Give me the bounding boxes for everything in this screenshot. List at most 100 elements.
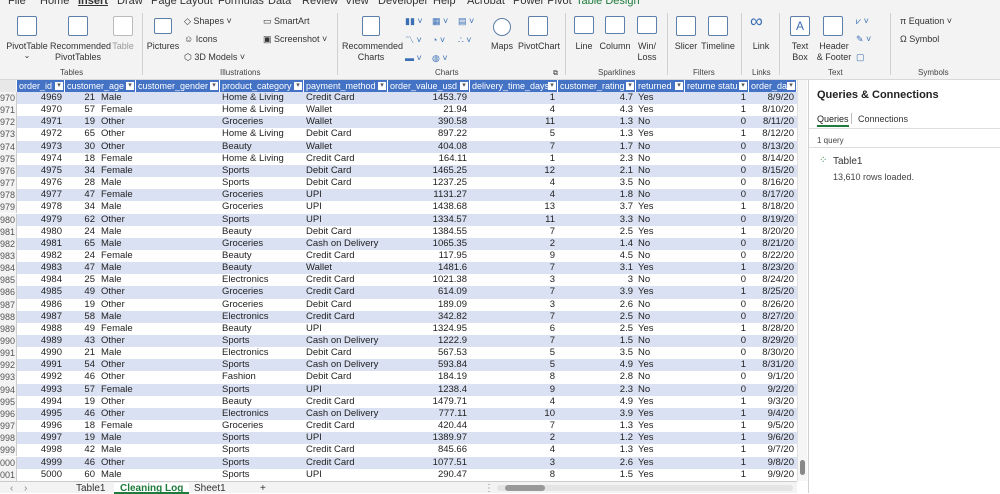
row-number[interactable]: 988 — [0, 310, 17, 323]
cell-days[interactable]: 3 — [470, 299, 558, 311]
cell-ret[interactable]: No — [636, 274, 685, 286]
cell-date[interactable]: 8/13/20 — [749, 141, 797, 153]
cell-id[interactable]: 4999 — [17, 457, 65, 469]
cell-rs[interactable]: 0 — [685, 384, 749, 396]
row-number[interactable]: 972 — [0, 116, 17, 129]
cell-age[interactable]: 19 — [65, 432, 98, 444]
cell-gender[interactable]: Other — [99, 299, 149, 311]
cell-date[interactable]: 8/25/20 — [749, 286, 797, 298]
table-row[interactable]: 973 4972 65 Other Home & Living Debit Card 897… — [0, 128, 797, 141]
cell-rs[interactable]: 1 — [685, 92, 749, 104]
cell-pay[interactable]: Wallet — [304, 104, 388, 116]
cell-cat[interactable]: Sports — [220, 214, 304, 226]
cell-id[interactable]: 4993 — [17, 384, 65, 396]
object-icon[interactable]: ▢ — [856, 52, 865, 63]
cell-ret[interactable]: Yes — [636, 323, 685, 335]
slicer-button[interactable]: Slicer — [671, 41, 701, 52]
table-row[interactable]: 974 4973 30 Other Beauty Wallet 404.08 7 1.7 No 0 8… — [0, 140, 797, 153]
cell-cat[interactable]: Groceries — [220, 201, 304, 213]
cell-ret[interactable]: Yes — [636, 420, 685, 432]
cell-val[interactable]: 1389.97 — [388, 432, 470, 444]
cell-rs[interactable]: 0 — [685, 299, 749, 311]
cell-rating[interactable]: 2.5 — [558, 311, 636, 323]
cell-id[interactable]: 4997 — [17, 432, 65, 444]
table-row[interactable]: 993 4992 46 Other Fashion Debit Card 184.19 8 2.… — [0, 371, 797, 384]
cell-pay[interactable]: Credit Card — [304, 153, 388, 165]
cell-gender[interactable]: Female — [99, 104, 149, 116]
header-footer-button[interactable]: Header & Footer — [814, 41, 854, 63]
cell-val[interactable]: 390.58 — [388, 116, 470, 128]
cell-pay[interactable]: Debit Card — [304, 226, 388, 238]
row-number[interactable]: 982 — [0, 237, 17, 250]
cell-age[interactable]: 65 — [65, 128, 98, 140]
cell-rs[interactable]: 0 — [685, 189, 749, 201]
cell-id[interactable]: 4996 — [17, 420, 65, 432]
cell-ret[interactable]: Yes — [636, 286, 685, 298]
cell-date[interactable]: 8/20/20 — [749, 226, 797, 238]
cell-cat[interactable]: Beauty — [220, 396, 304, 408]
cell-days[interactable]: 13 — [470, 201, 558, 213]
cell-age[interactable]: 49 — [65, 323, 98, 335]
cell-rating[interactable]: 2.3 — [558, 153, 636, 165]
cell-id[interactable]: 4982 — [17, 250, 65, 262]
worksheet-grid[interactable]: order_id ▾ customer_age ▾ customer_gender ▾ pr… — [0, 80, 797, 481]
3d-models-button[interactable]: ⬡ 3D Models ˅ — [184, 52, 245, 63]
cell-rs[interactable]: 1 — [685, 226, 749, 238]
cell-pay[interactable]: Cash on Delivery — [304, 335, 388, 347]
cell-gender[interactable]: Other — [99, 359, 149, 371]
cell-days[interactable]: 7 — [470, 262, 558, 274]
filter-dropdown-icon[interactable]: ▾ — [210, 82, 218, 90]
cell-val[interactable]: 117.95 — [388, 250, 470, 262]
cell-id[interactable]: 4975 — [17, 165, 65, 177]
cell-days[interactable]: 7 — [470, 420, 558, 432]
cell-ret[interactable]: Yes — [636, 262, 685, 274]
cell-gender[interactable]: Other — [99, 286, 149, 298]
cell-gender[interactable]: Other — [99, 408, 149, 420]
cell-cat[interactable]: Beauty — [220, 262, 304, 274]
cell-ret[interactable]: No — [636, 347, 685, 359]
cell-rating[interactable]: 3 — [558, 274, 636, 286]
filter-dropdown-icon[interactable]: ▾ — [739, 82, 747, 90]
cell-cat[interactable]: Sports — [220, 359, 304, 371]
scatter-chart-icon[interactable]: ∴ ˅ — [458, 35, 471, 46]
cell-days[interactable]: 7 — [470, 335, 558, 347]
cell-age[interactable]: 49 — [65, 286, 98, 298]
menu-data[interactable]: Data — [268, 0, 291, 7]
cell-id[interactable]: 4977 — [17, 189, 65, 201]
table-row[interactable]: 991 4990 21 Male Electronics Debit Card 567.53… — [0, 347, 797, 360]
cell-id[interactable]: 4970 — [17, 104, 65, 116]
cell-ret[interactable]: No — [636, 299, 685, 311]
cell-cat[interactable]: Electronics — [220, 347, 304, 359]
select-all-corner[interactable] — [0, 80, 17, 92]
cell-pay[interactable]: UPI — [304, 189, 388, 201]
row-number[interactable]: 970 — [0, 92, 17, 105]
cell-days[interactable]: 9 — [470, 250, 558, 262]
cell-val[interactable]: 184.19 — [388, 371, 470, 383]
cell-pay[interactable]: Credit Card — [304, 274, 388, 286]
row-number[interactable]: 995 — [0, 395, 17, 408]
cell-rating[interactable]: 4.3 — [558, 104, 636, 116]
cell-cat[interactable]: Beauty — [220, 250, 304, 262]
row-number[interactable]: 975 — [0, 152, 17, 165]
cell-rating[interactable]: 1.2 — [558, 432, 636, 444]
cell-ret[interactable]: Yes — [636, 457, 685, 469]
cell-rating[interactable]: 3.5 — [558, 347, 636, 359]
cell-days[interactable]: 4 — [470, 189, 558, 201]
table-row[interactable]: 990 4989 43 Other Sports Cash on Delivery 1222… — [0, 335, 797, 348]
cell-age[interactable]: 25 — [65, 274, 98, 286]
column-header-order-id[interactable]: order_id ▾ — [17, 80, 65, 92]
cell-date[interactable]: 8/11/20 — [749, 116, 797, 128]
cell-val[interactable]: 1237.25 — [388, 177, 470, 189]
smartart-button[interactable]: ▭ SmartArt — [263, 16, 310, 27]
table-row[interactable]: 992 4991 54 Other Sports Cash on Delivery 593.… — [0, 359, 797, 372]
filter-dropdown-icon[interactable]: ▾ — [55, 82, 63, 90]
timeline-button[interactable]: Timeline — [700, 41, 736, 52]
cell-date[interactable]: 9/5/20 — [749, 420, 797, 432]
cell-val[interactable]: 897.22 — [388, 128, 470, 140]
cell-gender[interactable]: Female — [99, 250, 149, 262]
cell-rs[interactable]: 0 — [685, 214, 749, 226]
cell-pay[interactable]: UPI — [304, 214, 388, 226]
cell-rating[interactable]: 2.6 — [558, 457, 636, 469]
cell-id[interactable]: 4983 — [17, 262, 65, 274]
cell-ret[interactable]: Yes — [636, 128, 685, 140]
